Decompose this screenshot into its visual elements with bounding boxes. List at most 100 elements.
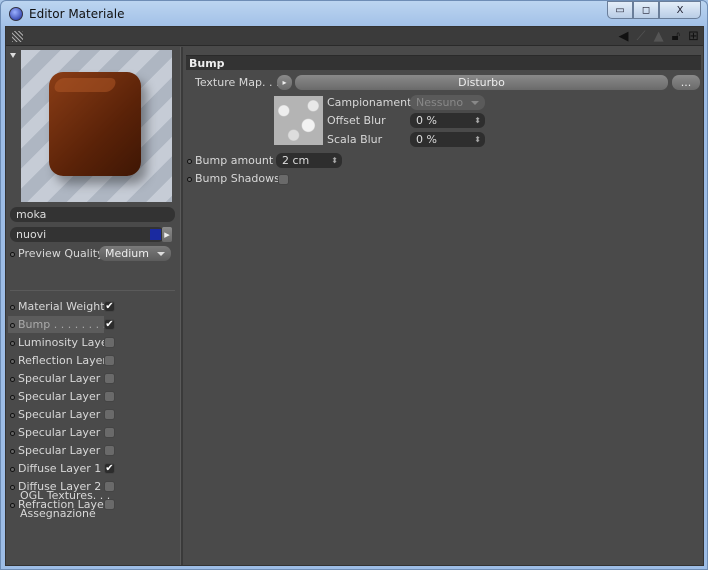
texture-thumbnail[interactable] <box>274 96 323 145</box>
stepper-icon[interactable]: ⬍ <box>474 113 481 128</box>
list-item-assegnazione[interactable]: Assegnazione <box>8 505 104 522</box>
animate-dot-icon[interactable] <box>10 376 15 382</box>
animate-dot-icon[interactable] <box>10 394 15 400</box>
bump-shadows-checkbox[interactable] <box>278 174 289 185</box>
channel-item[interactable]: Specular Layer 4 <box>8 424 111 441</box>
channel-label: Diffuse Layer 1 <box>18 462 102 475</box>
sampling-value: Nessuno <box>416 96 464 109</box>
sampling-label: Campionamento <box>327 96 419 109</box>
channel-checkbox[interactable] <box>104 427 115 438</box>
animate-dot-icon[interactable] <box>10 358 15 364</box>
channel-checkbox[interactable]: ✔ <box>104 301 115 312</box>
material-editor-window: Editor Materiale ▭ ◻ X ◀ ⟋ ▲ 🔓︎ ⊞ moka n… <box>0 0 708 570</box>
new-panel-icon[interactable]: ⊞ <box>688 29 699 44</box>
stepper-icon[interactable]: ⬍ <box>331 153 338 168</box>
app-icon <box>9 7 23 21</box>
channel-checkbox[interactable]: ✔ <box>104 319 115 330</box>
section-header: Bump <box>186 55 701 70</box>
animate-dot-icon[interactable] <box>10 412 15 418</box>
channel-item[interactable]: Specular Layer 2 <box>8 388 111 405</box>
title-bar: Editor Materiale <box>9 4 124 24</box>
channel-item[interactable]: Specular Layer 1 <box>8 370 111 387</box>
channel-checkbox[interactable] <box>104 337 115 348</box>
sampling-dropdown[interactable]: Nessuno <box>410 95 485 110</box>
chevron-down-icon <box>157 252 165 256</box>
back-arrow-icon[interactable]: ◀ <box>619 29 629 44</box>
preview-quality-dropdown[interactable]: Medium <box>99 246 171 261</box>
bump-amount-label: Bump amount <box>195 154 274 167</box>
offset-blur-input[interactable]: 0 % ⬍ <box>410 113 485 128</box>
bump-amount-value: 2 cm <box>282 154 310 167</box>
animate-dot-icon[interactable] <box>187 176 192 182</box>
bump-panel: Bump Texture Map. . . ▸ Disturbo ... Cam… <box>184 47 705 565</box>
channel-checkbox[interactable] <box>104 391 115 402</box>
lock-icon[interactable]: 🔓︎ <box>672 29 680 44</box>
channel-checkbox[interactable] <box>104 409 115 420</box>
channel-label: Specular Layer 3 <box>18 408 111 421</box>
window-title: Editor Materiale <box>29 7 125 21</box>
list-item-ogl-textures[interactable]: OGL Textures. . . <box>8 487 110 504</box>
animate-dot-icon[interactable] <box>10 322 15 328</box>
animate-dot-icon[interactable] <box>10 466 15 472</box>
animate-dot-icon[interactable] <box>10 430 15 436</box>
texture-map-button[interactable]: Disturbo <box>295 75 668 90</box>
maximize-button[interactable]: ◻ <box>633 1 659 19</box>
channel-label: Reflection Layer <box>18 354 107 367</box>
preview-quality-value: Medium <box>105 247 149 260</box>
material-name-field[interactable]: moka <box>10 207 175 222</box>
stepper-icon[interactable]: ⬍ <box>474 132 481 147</box>
texture-map-label: Texture Map. . . <box>195 76 280 89</box>
panel-divider[interactable] <box>180 47 183 565</box>
material-group-field[interactable]: nuovi <box>10 227 165 242</box>
animate-dot-icon[interactable] <box>10 448 15 454</box>
channel-checkbox[interactable] <box>104 445 115 456</box>
bump-amount-input[interactable]: 2 cm ⬍ <box>276 153 342 168</box>
channel-item[interactable]: Diffuse Layer 1 <box>8 460 104 477</box>
group-color-swatch[interactable] <box>150 229 161 240</box>
offset-blur-label: Offset Blur <box>327 114 386 127</box>
toolbar: ◀ ⟋ ▲ 🔓︎ ⊞ <box>6 27 703 46</box>
channel-label: Bump . . . . . . . . . <box>18 318 114 331</box>
preview-quality-label: Preview Quality <box>18 247 104 260</box>
preview-cube <box>49 72 141 176</box>
forward-icon[interactable]: ⟋ <box>637 29 646 44</box>
group-menu-arrow[interactable]: ▸ <box>162 227 172 242</box>
group-label: nuovi <box>16 228 47 241</box>
channel-label: Material Weight <box>18 300 105 313</box>
channel-item[interactable]: Specular Layer 5 <box>8 442 111 459</box>
channel-checkbox[interactable]: ✔ <box>104 463 115 474</box>
bump-shadows-label: Bump Shadows <box>195 172 280 185</box>
channel-item[interactable]: Reflection Layer <box>8 352 107 369</box>
material-preview[interactable] <box>21 50 172 202</box>
close-button[interactable]: X <box>659 1 701 19</box>
channel-label: Specular Layer 5 <box>18 444 111 457</box>
animate-dot-icon[interactable] <box>187 158 192 164</box>
channel-item[interactable]: Bump . . . . . . . . . <box>8 316 113 333</box>
scale-blur-label: Scala Blur <box>327 133 383 146</box>
bump-amount-row: Bump amount <box>187 153 273 168</box>
channel-label: Specular Layer 1 <box>18 372 111 385</box>
more-button[interactable]: ... <box>672 75 700 90</box>
scale-blur-input[interactable]: 0 % ⬍ <box>410 132 485 147</box>
channel-item[interactable]: Specular Layer 3 <box>8 406 111 423</box>
channel-label: Specular Layer 4 <box>18 426 111 439</box>
left-panel: moka nuovi ▸ Preview Quality Medium Mate… <box>6 47 180 565</box>
animate-dot-icon[interactable] <box>10 340 15 346</box>
channel-item[interactable]: Luminosity Layer <box>8 334 112 351</box>
channel-checkbox[interactable] <box>104 373 115 384</box>
preview-quality-row: Preview Quality <box>10 245 104 262</box>
offset-blur-value: 0 % <box>416 114 437 127</box>
animate-dot-icon[interactable] <box>10 304 15 310</box>
channel-label: Specular Layer 2 <box>18 390 111 403</box>
texture-menu-button[interactable]: ▸ <box>277 75 292 90</box>
channel-checkbox[interactable] <box>104 355 115 366</box>
grip-icon[interactable] <box>12 31 23 42</box>
chevron-down-icon <box>471 101 479 105</box>
pin-icon[interactable]: ▲ <box>654 29 664 44</box>
minimize-button[interactable]: ▭ <box>607 1 633 19</box>
scale-blur-value: 0 % <box>416 133 437 146</box>
animate-dot-icon[interactable] <box>10 251 15 257</box>
channel-item[interactable]: Material Weight <box>8 298 105 315</box>
collapse-triangle-icon[interactable] <box>10 53 16 58</box>
divider <box>10 290 175 291</box>
